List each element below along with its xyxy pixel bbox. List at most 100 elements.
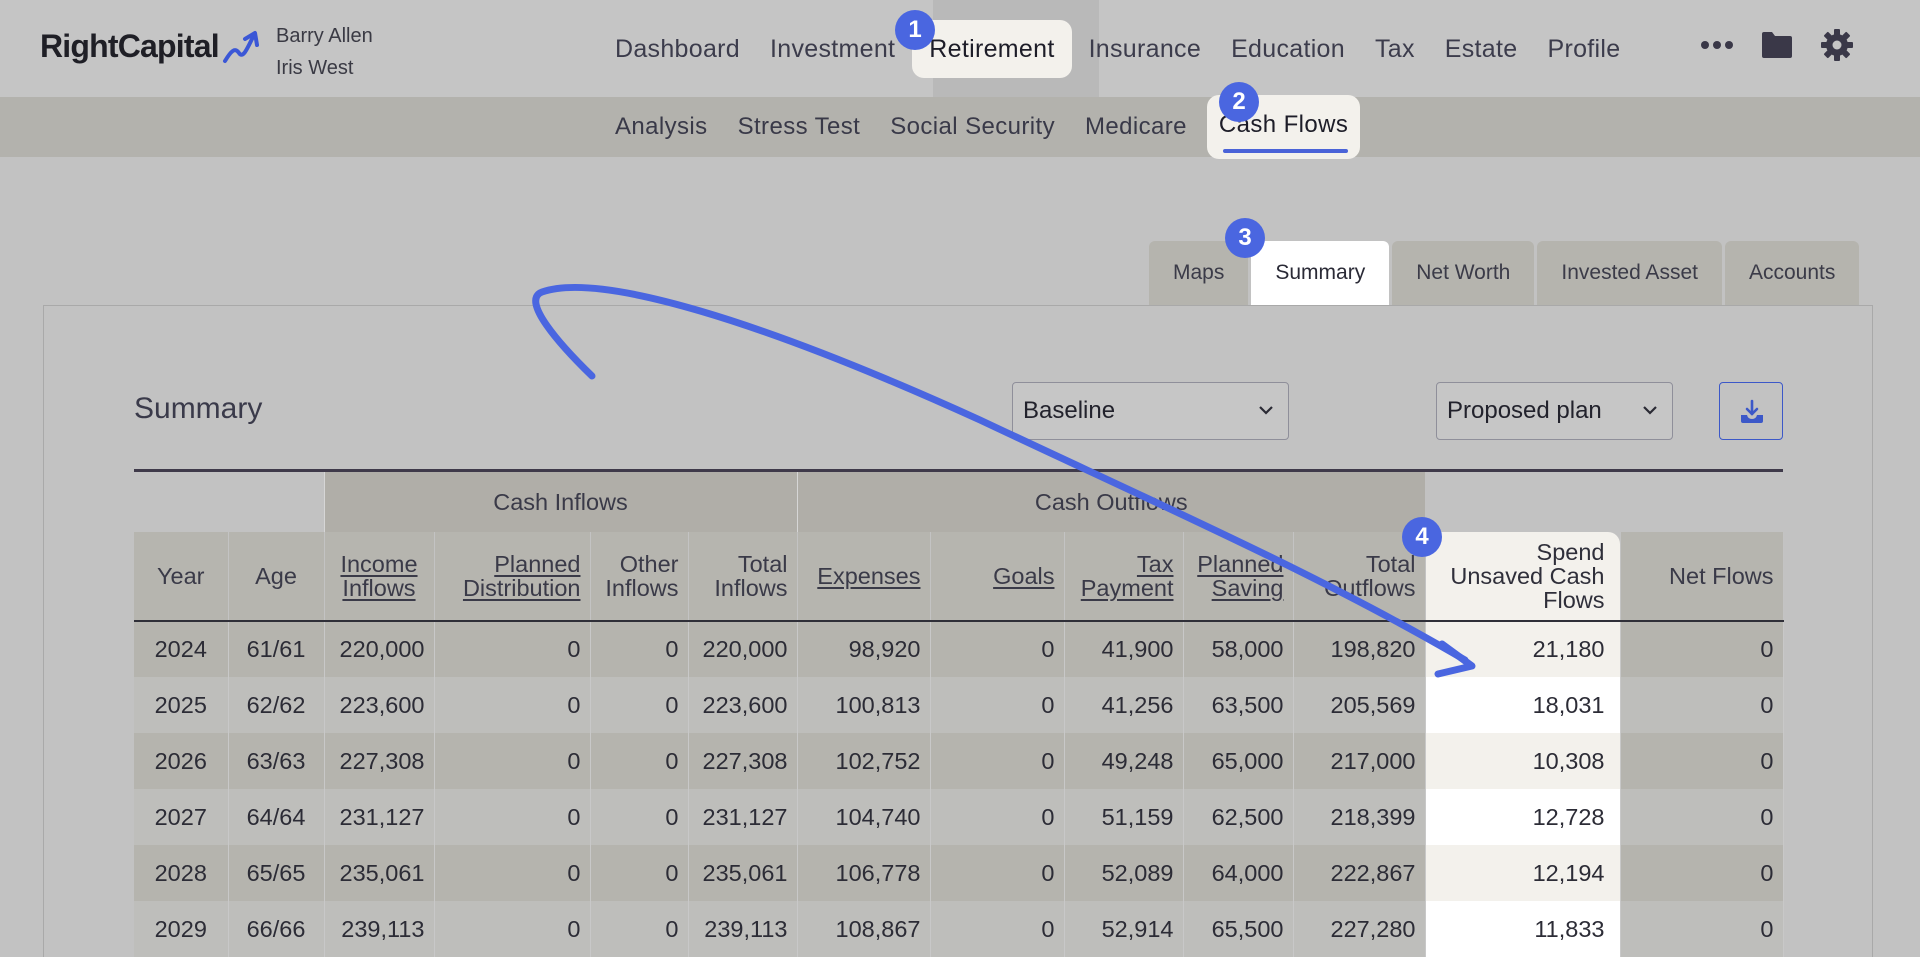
col-goals[interactable]: Goals <box>930 532 1065 622</box>
cash-flow-summary-table: Cash Inflows Cash Outflows Year Age Inco… <box>134 472 1784 957</box>
cell-planned-saving: 65,500 <box>1183 901 1294 957</box>
col-planned-saving[interactable]: Planned Saving <box>1183 532 1294 622</box>
subnav-social-security[interactable]: Social Security <box>875 113 1070 141</box>
nav-dashboard[interactable]: Dashboard <box>600 20 755 78</box>
cell-tax-payment: 51,159 <box>1064 789 1184 845</box>
cell-planned-distribution: 0 <box>434 789 591 845</box>
col-tax-payment[interactable]: Tax Payment <box>1064 532 1184 622</box>
cell-year: 2028 <box>134 845 229 901</box>
cell-total-outflows: 222,867 <box>1293 845 1426 901</box>
cell-total-inflows: 227,308 <box>688 733 798 789</box>
step-badge-4: 4 <box>1402 517 1442 557</box>
download-button[interactable] <box>1719 382 1783 440</box>
cell-spend-unsaved-cash-flows: 21,180 <box>1425 621 1621 677</box>
chevron-down-icon <box>1643 406 1657 415</box>
cell-spend-unsaved-cash-flows: 11,833 <box>1425 901 1621 957</box>
cell-age: 64/64 <box>228 789 325 845</box>
cell-tax-payment: 49,248 <box>1064 733 1184 789</box>
col-net-flows: Net Flows <box>1620 532 1784 622</box>
cell-year: 2024 <box>134 621 229 677</box>
proposed-plan-select[interactable]: Proposed plan <box>1436 382 1673 440</box>
cell-expenses: 104,740 <box>797 789 931 845</box>
nav-profile[interactable]: Profile <box>1532 20 1635 78</box>
cell-expenses: 108,867 <box>797 901 931 957</box>
cell-total-inflows: 223,600 <box>688 677 798 733</box>
tab-summary[interactable]: Summary <box>1251 241 1390 307</box>
tab-accounts[interactable]: Accounts <box>1724 241 1860 305</box>
step-badge-1: 1 <box>895 10 935 50</box>
cell-planned-distribution: 0 <box>434 677 591 733</box>
col-expenses[interactable]: Expenses <box>797 532 931 622</box>
cell-income-inflows: 235,061 <box>324 845 435 901</box>
chevron-down-icon <box>1259 406 1273 415</box>
cell-year: 2029 <box>134 901 229 957</box>
nav-education[interactable]: Education <box>1216 20 1360 78</box>
table-body: 2024 61/61 220,000 0 0 220,000 98,920 0 41,900 58… <box>134 621 1784 957</box>
cell-total-outflows: 217,000 <box>1293 733 1426 789</box>
cash-inflows-group-header: Cash Inflows <box>323 472 797 532</box>
gear-icon[interactable] <box>1820 28 1854 62</box>
cell-age: 65/65 <box>228 845 325 901</box>
cell-spend-unsaved-cash-flows: 18,031 <box>1425 677 1621 733</box>
nav-estate[interactable]: Estate <box>1430 20 1533 78</box>
cell-other-inflows: 0 <box>590 845 689 901</box>
cell-expenses: 106,778 <box>797 845 931 901</box>
nav-insurance[interactable]: Insurance <box>1074 20 1217 78</box>
cell-goals: 0 <box>930 901 1065 957</box>
cell-other-inflows: 0 <box>590 621 689 677</box>
cell-net-flows: 0 <box>1620 733 1784 789</box>
subnav-medicare[interactable]: Medicare <box>1070 113 1202 141</box>
cell-net-flows: 0 <box>1620 677 1784 733</box>
step-badge-3: 3 <box>1225 218 1265 258</box>
nav-retirement[interactable]: Retirement <box>912 19 1072 78</box>
tab-invested-asset[interactable]: Invested Asset <box>1537 241 1722 305</box>
col-other-inflows: Other Inflows <box>590 532 689 622</box>
cell-income-inflows: 220,000 <box>324 621 435 677</box>
rightcapital-logo[interactable]: RightCapital <box>40 28 265 65</box>
table-row: 2027 64/64 231,127 0 0 231,127 104,740 0 51,159 6… <box>134 789 1784 845</box>
summary-title: Summary <box>134 392 263 425</box>
cell-tax-payment: 52,089 <box>1064 845 1184 901</box>
cell-year: 2025 <box>134 677 229 733</box>
baseline-select-value: Baseline <box>1023 397 1116 424</box>
cell-planned-distribution: 0 <box>434 733 591 789</box>
cell-year: 2027 <box>134 789 229 845</box>
cell-expenses: 102,752 <box>797 733 931 789</box>
tab-net-worth[interactable]: Net Worth <box>1392 241 1535 305</box>
cell-total-inflows: 235,061 <box>688 845 798 901</box>
cell-net-flows: 0 <box>1620 621 1784 677</box>
col-year: Year <box>134 532 229 622</box>
cell-age: 66/66 <box>228 901 325 957</box>
brand-name: RightCapital <box>40 28 220 64</box>
cell-age: 63/63 <box>228 733 325 789</box>
more-icon[interactable] <box>1700 39 1734 51</box>
cell-net-flows: 0 <box>1620 845 1784 901</box>
cell-planned-saving: 62,500 <box>1183 789 1294 845</box>
subnav-stress-test[interactable]: Stress Test <box>723 113 876 141</box>
folder-icon[interactable] <box>1760 30 1794 60</box>
cell-age: 61/61 <box>228 621 325 677</box>
cell-spend-unsaved-cash-flows: 12,194 <box>1425 845 1621 901</box>
cell-expenses: 98,920 <box>797 621 931 677</box>
subnav-analysis[interactable]: Analysis <box>600 113 723 141</box>
cell-spend-unsaved-cash-flows: 12,728 <box>1425 789 1621 845</box>
baseline-select[interactable]: Baseline <box>1012 382 1289 440</box>
col-planned-distribution[interactable]: Planned Distribution <box>434 532 591 622</box>
column-header-row: Year Age Income Inflows Planned Distributi… <box>134 532 1784 622</box>
cell-tax-payment: 41,256 <box>1064 677 1184 733</box>
cell-other-inflows: 0 <box>590 733 689 789</box>
cell-goals: 0 <box>930 733 1065 789</box>
col-income-inflows[interactable]: Income Inflows <box>324 532 435 622</box>
client-name-spouse: Iris West <box>276 57 354 79</box>
client-names: Barry Allen Iris West <box>276 20 373 84</box>
cell-planned-distribution: 0 <box>434 901 591 957</box>
nav-tax[interactable]: Tax <box>1360 20 1430 78</box>
cell-planned-distribution: 0 <box>434 845 591 901</box>
table-row: 2024 61/61 220,000 0 0 220,000 98,920 0 41,900 58… <box>134 621 1784 677</box>
table-row: 2028 65/65 235,061 0 0 235,061 106,778 0 52,089 6… <box>134 845 1784 901</box>
cell-tax-payment: 41,900 <box>1064 621 1184 677</box>
table-row: 2025 62/62 223,600 0 0 223,600 100,813 0 41,256 6… <box>134 677 1784 733</box>
cell-income-inflows: 223,600 <box>324 677 435 733</box>
nav-investment[interactable]: Investment <box>755 20 910 78</box>
cell-planned-saving: 63,500 <box>1183 677 1294 733</box>
